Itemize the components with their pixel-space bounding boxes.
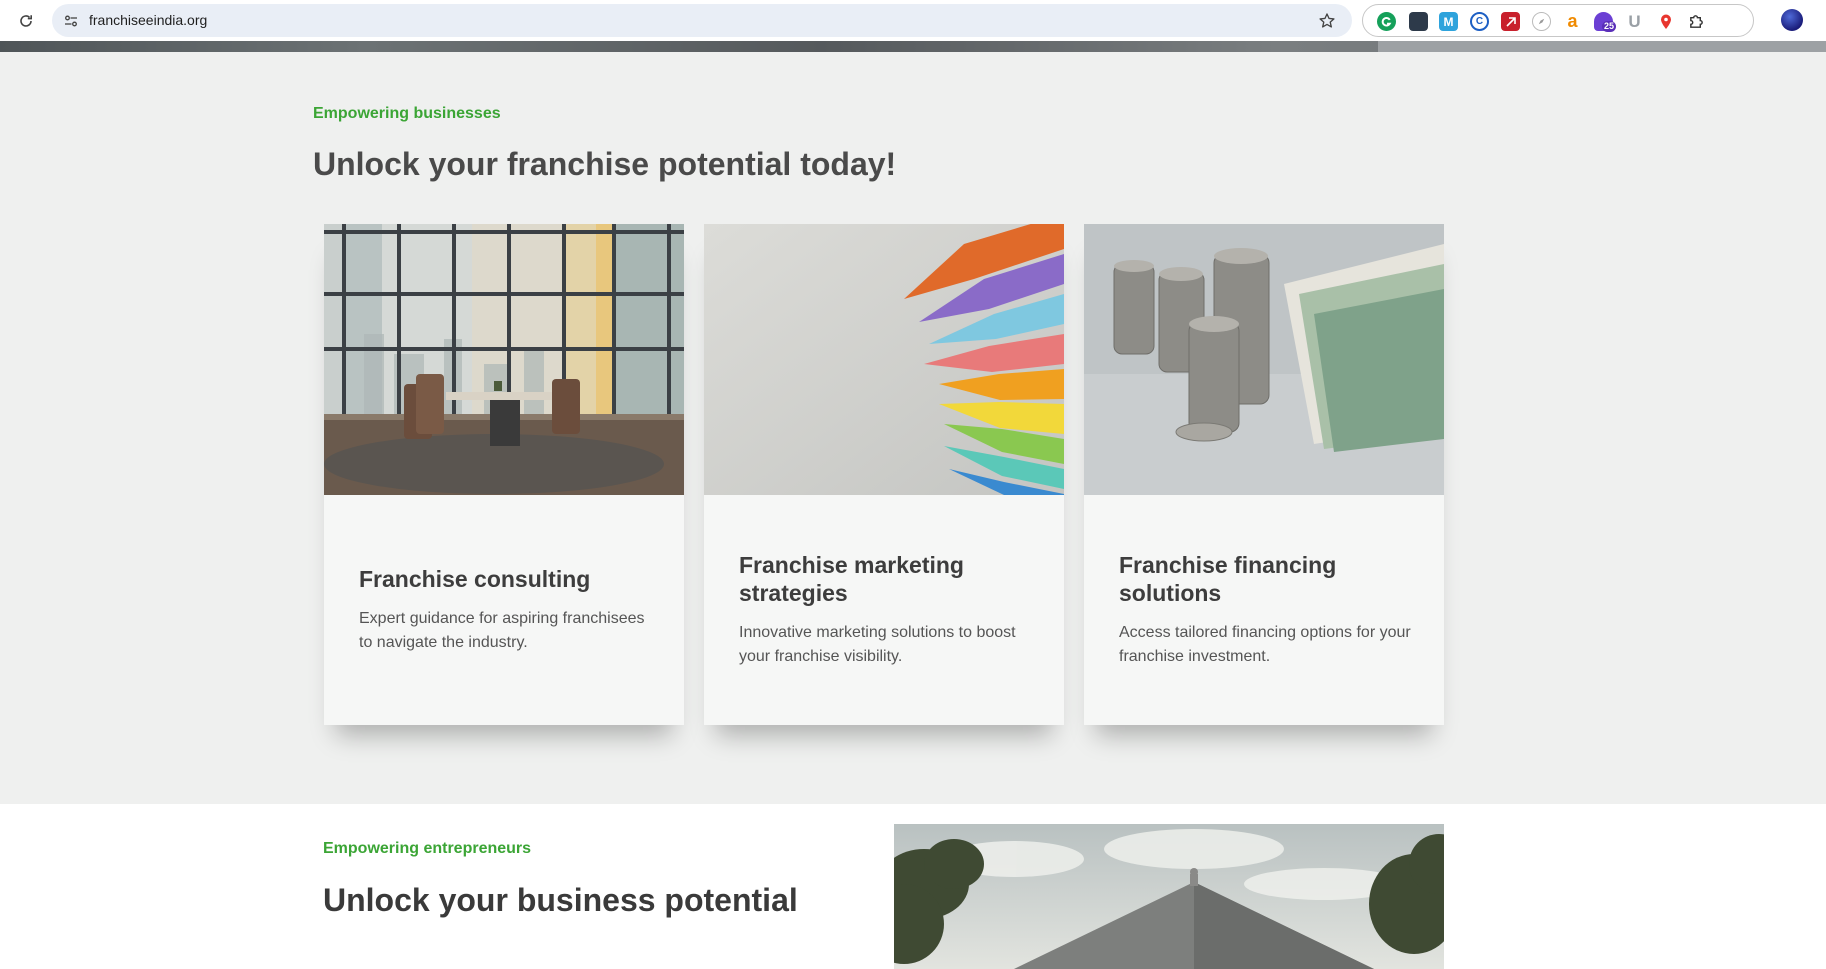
- office-meeting-room-image: [324, 224, 684, 495]
- extensions-tray: M C a 25 U: [1362, 4, 1754, 37]
- grammarly-extension-icon[interactable]: [1377, 12, 1396, 31]
- web-page: Empowering businesses Unlock your franch…: [0, 41, 1826, 969]
- m-extension-icon[interactable]: M: [1439, 12, 1458, 31]
- profile-avatar[interactable]: [1781, 9, 1803, 31]
- reload-icon: [20, 15, 32, 27]
- compass-extension-icon[interactable]: [1532, 12, 1551, 31]
- card-text-consulting: Expert guidance for aspiring franchisees…: [359, 610, 645, 651]
- service-card-financing[interactable]: Franchise financing solutions Access tai…: [1084, 224, 1444, 725]
- about-eyebrow: Empowering entrepreneurs: [323, 840, 532, 857]
- service-card-marketing[interactable]: Franchise marketing strategies Innovativ…: [704, 224, 1064, 725]
- services-title: Unlock your franchise potential today!: [313, 146, 897, 182]
- services-eyebrow: Empowering businesses: [313, 105, 501, 122]
- coins-and-cash-image: [1084, 224, 1444, 495]
- u-extension-icon[interactable]: U: [1625, 12, 1644, 31]
- browser-toolbar: franchiseeindia.org M C a 25 U: [0, 0, 1826, 41]
- address-bar[interactable]: franchiseeindia.org: [52, 4, 1352, 37]
- hero-image-strip: [0, 41, 1826, 52]
- house-roof-image: [894, 824, 1444, 969]
- location-pin-extension-icon[interactable]: [1656, 12, 1675, 31]
- colored-pencils-image: [704, 224, 1064, 495]
- pdf-extension-icon[interactable]: [1501, 12, 1520, 31]
- badge-extension-icon[interactable]: 25: [1594, 12, 1617, 32]
- about-section: Empowering entrepreneurs Unlock your bus…: [0, 804, 1826, 969]
- amazon-extension-icon[interactable]: a: [1563, 11, 1582, 31]
- site-info-icon[interactable]: [62, 12, 80, 30]
- card-text-marketing: Innovative marketing solutions to boost …: [739, 624, 1016, 665]
- card-title-financing[interactable]: Franchise financing solutions: [1119, 551, 1419, 607]
- bookmark-star-icon[interactable]: [1316, 10, 1338, 32]
- folder-extension-icon[interactable]: [1409, 12, 1428, 31]
- card-title-consulting[interactable]: Franchise consulting: [359, 565, 659, 593]
- c-extension-icon[interactable]: C: [1470, 12, 1489, 31]
- card-title-marketing[interactable]: Franchise marketing strategies: [739, 551, 1039, 607]
- services-section: Empowering businesses Unlock your franch…: [0, 52, 1826, 804]
- card-text-financing: Access tailored financing options for yo…: [1119, 624, 1411, 665]
- extension-badge-count: 25: [1602, 21, 1617, 32]
- url-text[interactable]: franchiseeindia.org: [89, 12, 207, 28]
- service-card-consulting[interactable]: Franchise consulting Expert guidance for…: [324, 224, 684, 725]
- about-title: Unlock your business potential: [323, 882, 798, 918]
- reload-button[interactable]: [14, 9, 38, 33]
- puzzle-extensions-icon[interactable]: [1687, 12, 1706, 31]
